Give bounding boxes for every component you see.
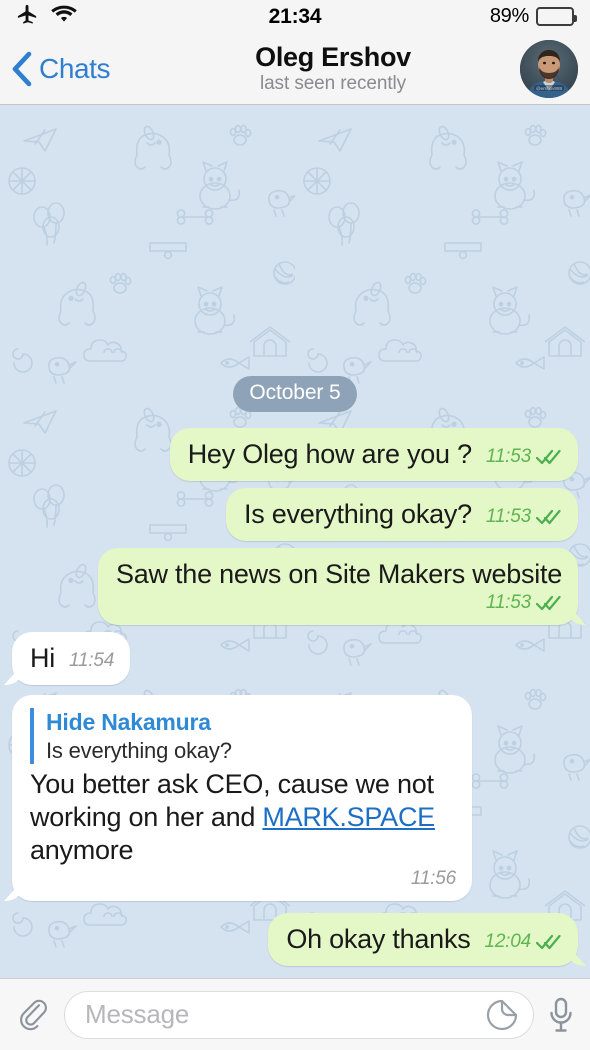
- paperclip-icon[interactable]: [16, 995, 50, 1035]
- message-bubble-incoming-reply[interactable]: Hide Nakamura Is everything okay? You be…: [12, 695, 472, 902]
- status-bar: 21:34 89%: [0, 0, 590, 33]
- contact-name: Oleg Ershov: [255, 42, 411, 73]
- message-link[interactable]: MARK.SPACE: [262, 802, 435, 832]
- battery-percentage: 89%: [489, 5, 529, 27]
- message-bubble-outgoing[interactable]: Is everything okay? 11:53: [225, 488, 578, 542]
- avatar[interactable]: @ershov888: [520, 39, 578, 98]
- airplane-mode-icon: [16, 3, 39, 31]
- double-check-icon: [535, 509, 562, 525]
- message-input-field[interactable]: Message: [64, 990, 534, 1039]
- message-meta: 11:56: [411, 868, 456, 890]
- message-row: Saw the news on Site Makers website 11:5…: [12, 548, 578, 626]
- message-meta: 11:53: [486, 506, 562, 528]
- message-time: 11:53: [485, 446, 531, 468]
- message-row: Hi 11:54: [12, 632, 578, 685]
- sticker-icon[interactable]: [485, 998, 519, 1032]
- message-text: Oh okay thanks: [286, 924, 471, 955]
- message-bubble-outgoing[interactable]: Oh okay thanks 12:04: [268, 913, 578, 966]
- battery-icon: [536, 7, 577, 26]
- message-bubble-incoming[interactable]: Hi 11:54: [12, 632, 131, 685]
- message-text: You better ask CEO, cause we not working…: [30, 768, 456, 867]
- message-row: Oh okay thanks 12:04: [12, 913, 578, 966]
- message-row: Hide Nakamura Is everything okay? You be…: [12, 695, 578, 902]
- message-text: Saw the news on Site Makers website: [116, 559, 562, 590]
- status-bar-right: 89%: [424, 5, 577, 28]
- date-separator-row: October 5: [12, 376, 578, 413]
- message-bubble-outgoing[interactable]: Saw the news on Site Makers website 11:5…: [98, 548, 578, 626]
- message-input-bar: Message: [0, 978, 590, 1050]
- message-meta: 11:53: [486, 446, 562, 468]
- microphone-icon[interactable]: [548, 995, 574, 1035]
- date-separator: October 5: [233, 376, 357, 413]
- message-stack: October 5 Hey Oleg how are you ? 11:53 I…: [12, 105, 578, 978]
- double-check-icon: [535, 934, 562, 950]
- telegram-chat-screen: 21:34 89% Chats Oleg Ershov last seen re…: [0, 0, 590, 1050]
- back-button-label: Chats: [39, 52, 111, 84]
- message-row: Is everything okay? 11:53: [12, 488, 578, 542]
- message-text-part: anymore: [30, 835, 134, 866]
- message-time: 12:04: [484, 931, 531, 953]
- message-input-placeholder: Message: [85, 999, 190, 1029]
- message-meta: 11:54: [69, 650, 114, 672]
- message-time: 11:53: [485, 592, 531, 614]
- message-meta: 11:53: [486, 592, 562, 614]
- status-bar-left: [16, 3, 166, 31]
- message-time: 11:54: [69, 650, 115, 672]
- message-list[interactable]: October 5 Hey Oleg how are you ? 11:53 I…: [0, 105, 590, 978]
- message-time: 11:53: [485, 506, 531, 528]
- chevron-left-icon: [10, 51, 32, 87]
- double-check-icon: [535, 449, 562, 465]
- reply-quote[interactable]: Hide Nakamura Is everything okay?: [30, 708, 456, 765]
- message-time: 11:56: [410, 868, 456, 890]
- contact-status: last seen recently: [259, 73, 407, 95]
- chat-header: Chats Oleg Ershov last seen recently @er…: [0, 33, 590, 105]
- svg-text:@ershov888: @ershov888: [536, 86, 563, 91]
- status-bar-clock: 21:34: [268, 4, 322, 28]
- chat-title-block[interactable]: Oleg Ershov last seen recently: [146, 42, 520, 95]
- message-text: Hi: [30, 643, 55, 674]
- message-text: Is everything okay?: [243, 499, 472, 530]
- back-to-chats-button[interactable]: Chats: [10, 51, 160, 87]
- message-row: Hey Oleg how are you ? 11:53: [12, 428, 578, 482]
- message-bubble-outgoing[interactable]: Hey Oleg how are you ? 11:53: [169, 428, 578, 482]
- reply-quote-text: Is everything okay?: [46, 737, 232, 763]
- message-meta: 12:04: [484, 931, 562, 953]
- reply-quote-author: Hide Nakamura: [46, 709, 211, 735]
- wifi-icon: [51, 4, 77, 29]
- double-check-icon: [535, 595, 562, 611]
- message-text: Hey Oleg how are you ?: [187, 439, 472, 470]
